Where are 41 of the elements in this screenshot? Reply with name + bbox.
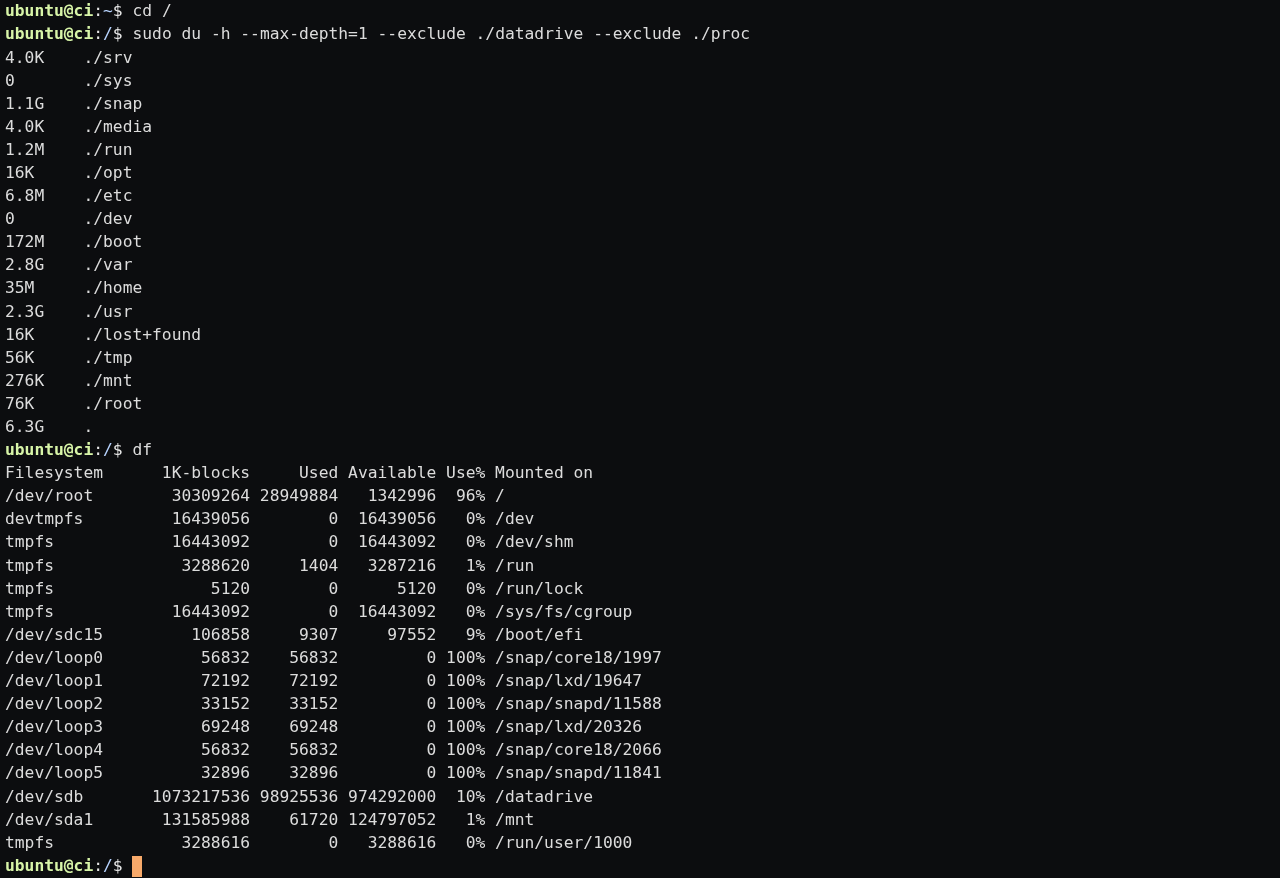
output-line: 6.8M ./etc xyxy=(5,185,133,208)
output-line: 276K ./mnt xyxy=(5,369,133,392)
output-line: /dev/loop3 69248 69248 0 100% /snap/lxd/20326 xyxy=(5,716,643,739)
output-line: /dev/loop2 33152 33152 0 100% /snap/snapd/11588 xyxy=(5,693,662,716)
output-line: 0 ./sys xyxy=(5,69,133,92)
output-line: Filesystem 1K-blocks Used Available Use% Mounted on xyxy=(5,462,594,485)
output-line: 1.1G ./snap xyxy=(5,92,143,115)
output-line: 1.2M ./run xyxy=(5,138,133,161)
output-line: tmpfs 5120 0 5120 0% /run/lock xyxy=(5,577,584,600)
output-line: tmpfs 3288616 0 3288616 0% /run/user/1000 xyxy=(5,831,633,854)
output-line: 172M ./boot xyxy=(5,231,143,254)
output-line: tmpfs 3288620 1404 3287216 1% /run xyxy=(5,554,535,577)
output-line: /dev/loop4 56832 56832 0 100% /snap/core18/2066 xyxy=(5,739,662,762)
shell-prompt: ubuntu@ci:/$ xyxy=(5,439,123,462)
output-line: 16K ./opt xyxy=(5,162,133,184)
output-line: /dev/root 30309264 28949884 1342996 96% / xyxy=(5,485,505,508)
output-line: 76K ./root xyxy=(5,392,143,415)
output-line: /dev/loop1 72192 72192 0 100% /snap/lxd/19647 xyxy=(5,670,643,693)
output-line: 2.3G ./usr xyxy=(5,300,133,323)
output-line: /dev/sdc15 106858 9307 97552 9% /boot/efi xyxy=(5,623,584,646)
output-line: /dev/loop5 32896 32896 0 100% /snap/snapd/11841 xyxy=(5,762,662,785)
output-line: 16K ./lost+found xyxy=(5,323,202,346)
shell-prompt: ubuntu@ci:/$ xyxy=(5,854,123,877)
output-line: /dev/loop0 56832 56832 0 100% /snap/core18/1997 xyxy=(5,646,662,669)
shell-prompt: ubuntu@ci:/$ xyxy=(5,23,123,46)
command-text: sudo du -h --max-depth=1 --exclude ./datadrive --exclude ./proc xyxy=(132,23,750,46)
output-line: 0 ./dev xyxy=(5,208,133,231)
output-line: /dev/sdb 1073217536 98925536 974292000 10% /datadrive xyxy=(5,785,594,808)
output-line: 6.3G . xyxy=(5,416,94,438)
output-line: 35M ./home xyxy=(5,277,143,300)
output-line: 4.0K ./srv xyxy=(5,46,133,69)
output-line: 2.8G ./var xyxy=(5,254,133,277)
output-line: tmpfs 16443092 0 16443092 0% /sys/fs/cgroup xyxy=(5,600,633,623)
output-line: /dev/sda1 131585988 61720 124797052 1% /mnt xyxy=(5,808,535,831)
command-text: cd / xyxy=(132,0,172,23)
output-line: devtmpfs 16439056 0 16439056 0% /dev xyxy=(5,508,535,531)
output-line: tmpfs 16443092 0 16443092 0% /dev/shm xyxy=(5,531,574,554)
output-line: 56K ./tmp xyxy=(5,346,133,369)
shell-prompt: ubuntu@ci:~$ xyxy=(5,0,123,23)
command-text: df xyxy=(132,439,153,462)
output-line: 4.0K ./media xyxy=(5,115,153,138)
